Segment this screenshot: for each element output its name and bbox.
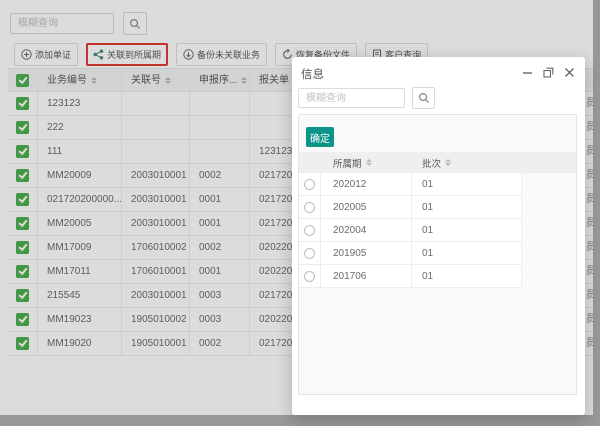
row-radio[interactable] bbox=[304, 225, 315, 236]
dialog-title: 信息 bbox=[301, 66, 324, 82]
modal-search-input[interactable] bbox=[298, 88, 405, 108]
dialog-panel: 确定 所属期 批次 202012 01 202005 01 202004 01 bbox=[298, 114, 577, 395]
info-dialog: 信息 确定 所属期 批次 bbox=[292, 57, 585, 415]
row-radio[interactable] bbox=[304, 179, 315, 190]
sort-caret-icon[interactable] bbox=[445, 156, 451, 169]
column-header-batch[interactable]: 批次 bbox=[412, 152, 522, 173]
modal-search-button[interactable] bbox=[412, 87, 435, 109]
row-radio[interactable] bbox=[304, 248, 315, 259]
period-row[interactable]: 202005 01 bbox=[299, 196, 522, 219]
period-row[interactable]: 202012 01 bbox=[299, 173, 522, 196]
search-icon bbox=[418, 92, 430, 104]
close-icon bbox=[564, 67, 575, 78]
close-button[interactable] bbox=[563, 66, 576, 79]
period-row[interactable]: 201706 01 bbox=[299, 265, 522, 288]
column-header-period[interactable]: 所属期 bbox=[321, 152, 412, 173]
period-row[interactable]: 201905 01 bbox=[299, 242, 522, 265]
period-row[interactable]: 202004 01 bbox=[299, 219, 522, 242]
confirm-button[interactable]: 确定 bbox=[306, 127, 334, 147]
maximize-button[interactable] bbox=[542, 66, 555, 79]
minimize-button[interactable] bbox=[521, 66, 534, 79]
maximize-restore-icon bbox=[543, 67, 554, 78]
period-table-header: 所属期 批次 bbox=[299, 152, 576, 173]
sort-caret-icon[interactable] bbox=[366, 156, 372, 169]
dialog-window-controls bbox=[521, 66, 576, 79]
minimize-icon bbox=[522, 67, 533, 78]
row-radio[interactable] bbox=[304, 202, 315, 213]
row-radio[interactable] bbox=[304, 271, 315, 282]
period-table: 所属期 批次 202012 01 202005 01 202004 01 201… bbox=[299, 152, 576, 288]
